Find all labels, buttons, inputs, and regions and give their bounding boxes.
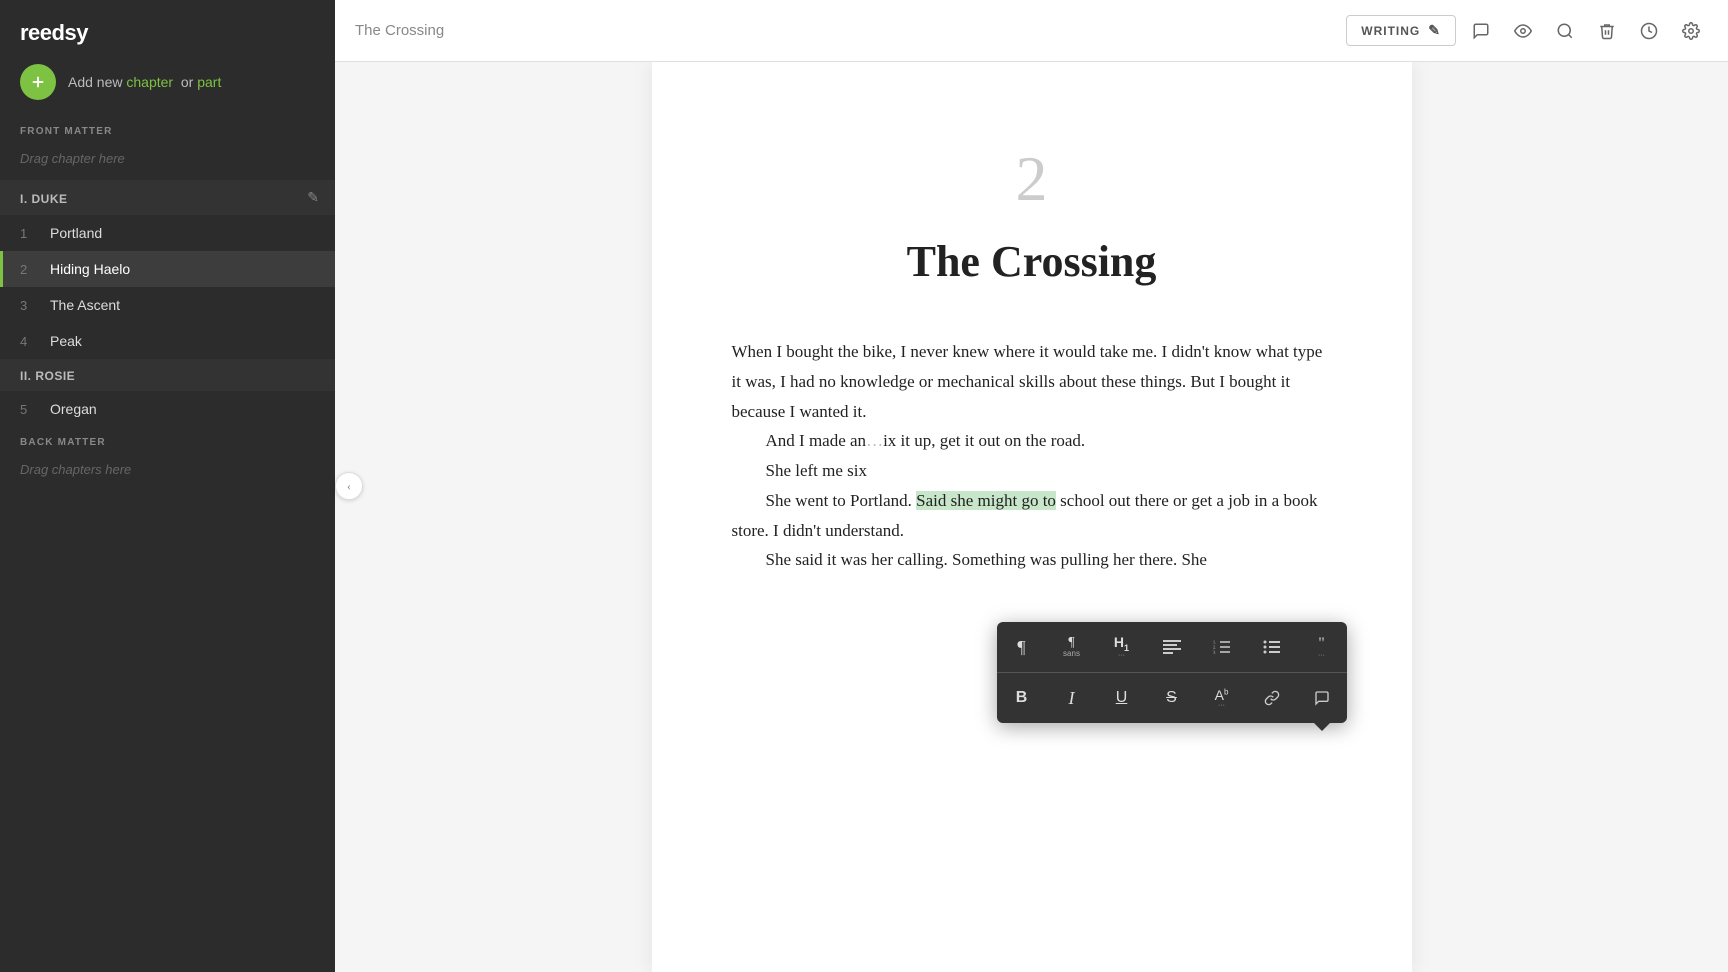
toolbar-paragraph-button[interactable]: ¶	[997, 622, 1047, 672]
paragraph-5: She said it was her calling. Something w…	[732, 545, 1332, 575]
chapter-item-portland[interactable]: 1 Portland	[0, 215, 335, 251]
part-i-edit-icon[interactable]: ✎	[307, 190, 319, 207]
toolbar-superscript-button[interactable]: Ab ···	[1197, 673, 1247, 723]
add-part-link[interactable]: part	[197, 74, 221, 90]
writing-mode-button[interactable]: WRITING ✎	[1346, 15, 1456, 46]
content-area: 2 The Crossing When I bought the bike, I…	[335, 62, 1728, 972]
topbar: The Crossing WRITING ✎	[335, 0, 1728, 62]
highlighted-text: Said she might go to	[916, 491, 1056, 510]
delete-icon-button[interactable]	[1590, 14, 1624, 48]
toolbar-comment-button[interactable]	[1297, 673, 1347, 723]
main-area: The Crossing WRITING ✎	[335, 0, 1728, 972]
toolbar-arrow	[1314, 723, 1330, 731]
paragraph-1: When I bought the bike, I never knew whe…	[732, 337, 1332, 426]
toolbar-underline-button[interactable]: U	[1097, 673, 1147, 723]
part-i-header: I. DUKE ✎	[0, 180, 335, 215]
part-i-label: I. DUKE	[20, 192, 68, 206]
comment-icon-button[interactable]	[1464, 14, 1498, 48]
toolbar-link-button[interactable]	[1247, 673, 1297, 723]
history-icon-button[interactable]	[1632, 14, 1666, 48]
chapter-item-the-ascent[interactable]: 3 The Ascent	[0, 287, 335, 323]
front-matter-label: FRONT MATTER	[0, 116, 335, 143]
back-matter-drag: Drag chapters here	[0, 454, 335, 491]
writing-mode-label: WRITING	[1361, 24, 1420, 38]
search-icon-button[interactable]	[1548, 14, 1582, 48]
toolbar-bold-button[interactable]: B	[997, 673, 1047, 723]
front-matter-drag: Drag chapter here	[0, 143, 335, 180]
document-title-topbar: The Crossing	[355, 22, 444, 39]
toolbar-italic-button[interactable]: I	[1047, 673, 1097, 723]
chapter-number-display: 2	[732, 142, 1332, 216]
collapse-sidebar-button[interactable]: ‹	[335, 472, 363, 500]
paragraph-4: She went to Portland. Said she might go …	[732, 486, 1332, 546]
toolbar-unordered-list-button[interactable]	[1247, 622, 1297, 672]
add-new-button[interactable]	[20, 64, 56, 100]
sidebar-header: reedsy	[0, 0, 335, 64]
topbar-right: WRITING ✎	[1346, 14, 1708, 48]
part-ii-header: II. ROSIE	[0, 359, 335, 391]
chapter-item-hiding-haelo[interactable]: 2 Hiding Haelo	[0, 251, 335, 287]
toolbar-heading1-button[interactable]: H1 ···	[1097, 622, 1147, 672]
app-logo: reedsy	[20, 20, 88, 46]
pencil-icon: ✎	[1428, 22, 1441, 39]
paragraph-2: And I made an…ix it up, get it out on th…	[732, 426, 1332, 456]
toolbar-row-1: ¶ ¶ sans H1 ··· 1.2.3.	[997, 622, 1347, 673]
add-chapter-link[interactable]: chapter	[126, 74, 173, 90]
body-text[interactable]: When I bought the bike, I never knew whe…	[732, 337, 1332, 575]
toolbar-ordered-list-button[interactable]: 1.2.3.	[1197, 622, 1247, 672]
chapter-item-peak[interactable]: 4 Peak	[0, 323, 335, 359]
part-ii-label: II. ROSIE	[20, 369, 75, 383]
add-new-label: Add new chapter or part	[68, 74, 221, 90]
toolbar-paragraph-sans-button[interactable]: ¶ sans	[1047, 622, 1097, 672]
toolbar-blockquote-button[interactable]: " ···	[1297, 622, 1347, 672]
toolbar-align-button[interactable]	[1147, 622, 1197, 672]
paragraph-3: She left me six	[732, 456, 1332, 486]
chapter-title-display: The Crossing	[732, 236, 1332, 287]
back-matter-label: BACK MATTER	[0, 427, 335, 454]
chapter-item-oregan[interactable]: 5 Oregan	[0, 391, 335, 427]
document-body[interactable]: 2 The Crossing When I bought the bike, I…	[652, 62, 1412, 972]
settings-icon-button[interactable]	[1674, 14, 1708, 48]
toolbar-row-2: B I U S Ab ···	[997, 673, 1347, 723]
svg-text:3.: 3.	[1213, 650, 1216, 655]
floating-toolbar: ¶ ¶ sans H1 ··· 1.2.3.	[997, 622, 1347, 723]
sidebar: reedsy Add new chapter or part FRONT MAT…	[0, 0, 335, 972]
preview-icon-button[interactable]	[1506, 14, 1540, 48]
toolbar-strikethrough-button[interactable]: S	[1147, 673, 1197, 723]
